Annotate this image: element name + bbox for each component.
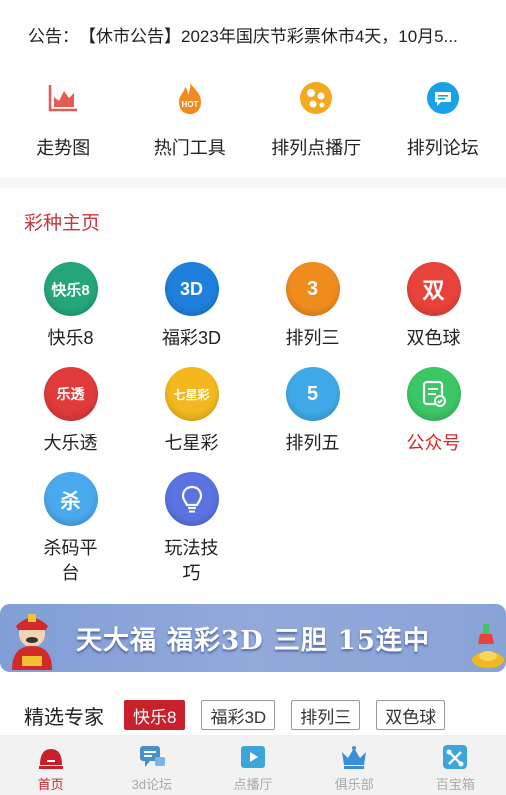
home-icon — [36, 743, 66, 771]
expert-tab-pailie3[interactable]: 排列三 — [291, 700, 361, 730]
shuangseqiu-badge: 双 — [422, 278, 445, 303]
kuaile8-badge: 快乐8 — [51, 281, 90, 299]
fortune-god-icon — [2, 612, 66, 670]
pailie5-icon: 5 — [285, 367, 340, 421]
lottery-label: 双色球 — [406, 328, 461, 348]
tab-3d-forum[interactable]: 3d论坛 — [101, 735, 202, 795]
svg-text:HOT: HOT — [181, 100, 198, 109]
lottery-label: 杀码平台 — [43, 538, 98, 583]
fucai3d-icon: 3D — [164, 262, 219, 316]
quick-link-forum[interactable]: 排列论坛 — [380, 72, 506, 172]
section-divider — [0, 178, 506, 188]
tab-broadcast-hall[interactable]: 点播厅 — [202, 735, 303, 795]
lottery-kill-platform[interactable]: 杀 杀码平台 — [10, 472, 131, 586]
play-icon — [238, 743, 268, 771]
quick-link-broadcast[interactable]: 排列点播厅 — [253, 72, 380, 172]
notice-text: 【休市公告】2023年国庆节彩票休市4天，10月5... — [79, 26, 458, 46]
lottery-kuaile8[interactable]: 快乐8 快乐8 — [10, 262, 131, 351]
quick-links: 走势图 HOT 热门工具 排列点播厅 排列论坛 — [0, 72, 506, 172]
lottery-label: 快乐8 — [47, 328, 94, 348]
broadcast-icon — [298, 80, 334, 116]
pailie3-badge: 3 — [306, 277, 319, 300]
lottery-daletou[interactable]: 乐透 大乐透 — [10, 367, 131, 456]
lightbulb-icon — [164, 472, 219, 526]
shield-kill-icon: 杀 — [43, 472, 98, 526]
crown-icon — [339, 743, 369, 771]
lottery-qixingcai[interactable]: 七星彩 七星彩 — [131, 367, 252, 456]
lottery-label: 排列五 — [285, 433, 340, 453]
tab-label: 百宝箱 — [435, 777, 475, 792]
qixingcai-icon: 七星彩 — [164, 367, 219, 421]
featured-experts: 精选专家 快乐8 福彩3D 排列三 双色球 — [0, 690, 506, 740]
tab-toolbox[interactable]: 百宝箱 — [405, 735, 506, 795]
banner-text: 天大福 福彩3D 三胆 15连中 — [76, 625, 430, 656]
trend-chart-icon — [45, 80, 81, 116]
quick-link-label: 排列论坛 — [406, 138, 479, 158]
daletou-icon: 乐透 — [43, 367, 98, 421]
forum-chat-icon — [425, 80, 461, 116]
shuangseqiu-icon: 双 — [406, 262, 461, 316]
lottery-tips[interactable]: 玩法技巧 — [131, 472, 252, 586]
quick-link-label: 热门工具 — [153, 138, 226, 158]
tab-label: 俱乐部 — [334, 777, 374, 792]
expert-tab-fucai3d[interactable]: 福彩3D — [201, 700, 276, 730]
experts-title: 精选专家 — [24, 706, 104, 729]
daletou-badge: 乐透 — [56, 386, 85, 402]
lottery-pailie5[interactable]: 5 排列五 — [252, 367, 373, 456]
lottery-pailie3[interactable]: 3 排列三 — [252, 262, 373, 351]
lottery-fucai3d[interactable]: 3D 福彩3D — [131, 262, 252, 351]
tab-label: 3d论坛 — [131, 777, 173, 792]
qixingcai-badge: 七星彩 — [173, 387, 210, 402]
quick-link-label: 排列点播厅 — [271, 138, 362, 158]
lottery-label: 排列三 — [285, 328, 340, 348]
toolbox-icon — [440, 743, 470, 771]
lottery-shuangseqiu[interactable]: 双 双色球 — [373, 262, 494, 351]
tab-label: 首页 — [37, 777, 64, 792]
bottom-tab-bar: 首页 3d论坛 点播厅 俱乐部 百宝箱 — [0, 735, 506, 795]
forum-icon — [137, 743, 167, 771]
quick-link-trend[interactable]: 走势图 — [0, 72, 127, 172]
section-title: 彩种主页 — [24, 213, 101, 234]
lottery-label: 玩法技巧 — [164, 538, 219, 583]
fucai3d-badge: 3D — [179, 278, 203, 299]
expert-tab-kuaile8[interactable]: 快乐8 — [124, 700, 186, 730]
quick-link-hot-tools[interactable]: HOT 热门工具 — [127, 72, 254, 172]
gold-ingot-icon — [466, 618, 506, 670]
lottery-label: 七星彩 — [164, 433, 219, 453]
lottery-official-account[interactable]: 公众号 — [373, 367, 494, 456]
lottery-label: 大乐透 — [43, 433, 98, 453]
lottery-label: 福彩3D — [161, 328, 221, 348]
lottery-label: 公众号 — [406, 433, 461, 453]
kuaile8-icon: 快乐8 — [43, 262, 98, 316]
hot-fire-icon: HOT — [172, 80, 208, 116]
expert-tab-shuangseqiu[interactable]: 双色球 — [376, 700, 446, 730]
promo-banner[interactable]: 天大福 福彩3D 三胆 15连中 — [0, 604, 506, 672]
quick-link-label: 走势图 — [36, 138, 91, 158]
tab-label: 点播厅 — [233, 777, 273, 792]
tab-home[interactable]: 首页 — [0, 735, 101, 795]
pailie3-icon: 3 — [285, 262, 340, 316]
notice-label: 公告： — [28, 26, 79, 46]
pailie5-badge: 5 — [306, 382, 319, 405]
kill-badge: 杀 — [60, 490, 81, 513]
document-check-icon — [406, 367, 461, 421]
notice-bar[interactable]: 公告： 【休市公告】2023年国庆节彩票休市4天，10月5... — [0, 0, 506, 68]
tab-club[interactable]: 俱乐部 — [304, 735, 405, 795]
